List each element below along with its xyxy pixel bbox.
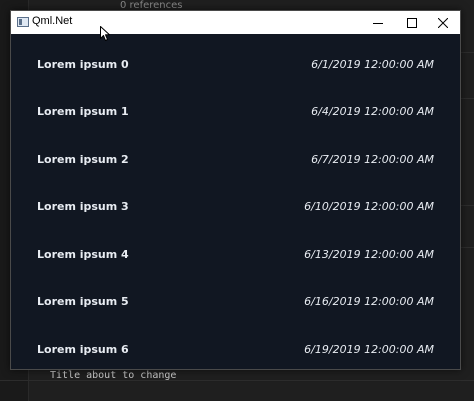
item-date: 6/7/2019 12:00:00 AM — [311, 153, 434, 166]
window-titlebar[interactable]: Qml.Net — [11, 11, 460, 34]
editor-divider — [461, 98, 474, 99]
code-line[interactable]: Title about to change — [50, 370, 176, 381]
list-item[interactable]: Lorem ipsum 3 6/10/2019 12:00:00 AM — [11, 188, 460, 228]
list-item[interactable]: Lorem ipsum 2 6/7/2019 12:00:00 AM — [11, 141, 460, 181]
editor-divider — [461, 205, 474, 206]
list-item[interactable]: Lorem ipsum 1 6/4/2019 12:00:00 AM — [11, 93, 460, 133]
item-title: Lorem ipsum 2 — [37, 153, 129, 166]
item-title: Lorem ipsum 4 — [37, 248, 129, 261]
item-date: 6/19/2019 12:00:00 AM — [304, 343, 434, 356]
item-date: 6/10/2019 12:00:00 AM — [304, 200, 434, 213]
editor-divider — [461, 247, 474, 248]
editor-divider — [461, 52, 474, 53]
app-window-icon — [17, 17, 29, 27]
item-title: Lorem ipsum 6 — [37, 343, 129, 356]
maximize-button[interactable] — [395, 11, 429, 34]
list-item[interactable]: Lorem ipsum 5 6/16/2019 12:00:00 AM — [11, 283, 460, 323]
maximize-icon — [407, 17, 417, 28]
mouse-cursor-icon — [100, 26, 110, 41]
item-date: 6/4/2019 12:00:00 AM — [311, 105, 434, 118]
list-item[interactable]: Lorem ipsum 0 6/1/2019 12:00:00 AM — [11, 46, 460, 86]
list-view[interactable]: Lorem ipsum 0 6/1/2019 12:00:00 AM Lorem… — [11, 34, 460, 369]
item-date: 6/13/2019 12:00:00 AM — [304, 248, 434, 261]
item-title: Lorem ipsum 0 — [37, 58, 129, 71]
close-icon — [438, 17, 448, 28]
item-date: 6/1/2019 12:00:00 AM — [311, 58, 434, 71]
close-button[interactable] — [426, 11, 460, 34]
window-title: Qml.Net — [32, 15, 73, 27]
list-item[interactable]: Lorem ipsum 6 6/19/2019 12:00:00 AM — [11, 331, 460, 369]
minimize-icon — [373, 22, 383, 24]
item-title: Lorem ipsum 1 — [37, 105, 129, 118]
app-window: Qml.Net Lorem ipsum 0 6/1/2019 12:00:00 … — [10, 10, 461, 370]
item-title: Lorem ipsum 5 — [37, 295, 129, 308]
list-item[interactable]: Lorem ipsum 4 6/13/2019 12:00:00 AM — [11, 236, 460, 276]
item-date: 6/16/2019 12:00:00 AM — [304, 295, 434, 308]
minimize-button[interactable] — [361, 11, 395, 34]
item-title: Lorem ipsum 3 — [37, 200, 129, 213]
